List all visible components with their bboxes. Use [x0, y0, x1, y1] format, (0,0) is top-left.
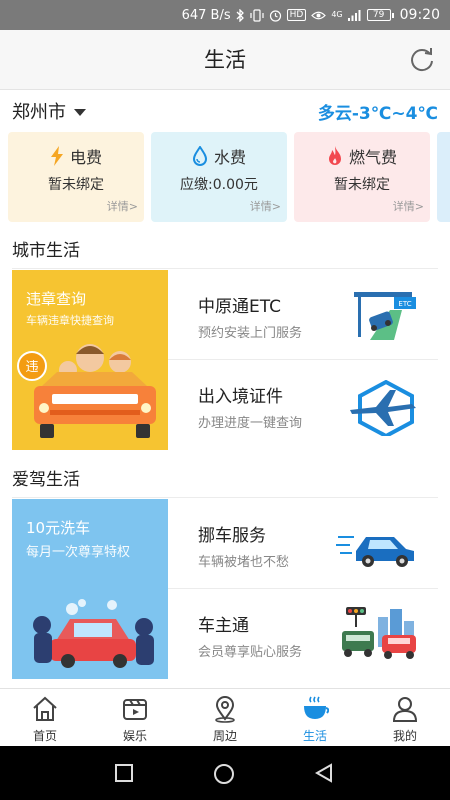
- refresh-icon[interactable]: [408, 46, 436, 74]
- city-name: 郑州市: [12, 102, 66, 123]
- etc-icon: ETC: [354, 292, 416, 340]
- video-icon: [123, 699, 147, 720]
- vibrate-icon: [250, 8, 264, 22]
- home-icon: [33, 696, 57, 721]
- status-bar: 647 B/s HD 4G 79 09:20: [0, 0, 450, 30]
- divider: [12, 497, 438, 498]
- etc-badge: ETC: [398, 300, 411, 308]
- row-title: 中原通ETC: [198, 297, 281, 317]
- card-status: 暂未绑定: [48, 177, 104, 193]
- coffee-cup-icon: [304, 696, 329, 719]
- page-title: 生活: [204, 48, 246, 72]
- 4g-icon: 4G: [331, 10, 343, 19]
- caret-down-icon: [74, 108, 86, 116]
- etc-row[interactable]: 中原通ETC 预约安装上门服务 ETC: [168, 270, 438, 360]
- banner-title: 违章查询: [26, 290, 87, 308]
- card-detail-link[interactable]: 详情>: [250, 198, 281, 214]
- signal-icon: [347, 10, 361, 21]
- card-detail-link[interactable]: 详情>: [107, 198, 138, 214]
- divider: [12, 268, 438, 269]
- row-title: 车主通: [198, 616, 249, 636]
- nav-label: 周边: [212, 729, 237, 743]
- location-pin-icon: [215, 696, 235, 723]
- battery-icon: 79: [366, 9, 394, 21]
- hd-icon: HD: [286, 9, 307, 21]
- move-car-row[interactable]: 挪车服务 车辆被堵也不愁: [168, 499, 438, 589]
- card-detail-link[interactable]: 详情>: [393, 198, 424, 214]
- alarm-icon: [269, 9, 281, 22]
- nav-label: 我的: [392, 729, 417, 743]
- card-status: 暂未绑定: [334, 177, 390, 193]
- title-bar: 生活: [0, 30, 450, 90]
- banner-title: 10元洗车: [26, 519, 91, 537]
- nav-nearby[interactable]: 周边: [180, 689, 270, 746]
- bottom-nav: 首页 娱乐 周边 生活 我的: [0, 688, 450, 746]
- lightning-icon: [50, 146, 63, 166]
- nav-entertainment[interactable]: 娱乐: [90, 689, 180, 746]
- utility-cards: 电费 暂未绑定 详情> 水费 应缴:0.00元 详情> 燃气费 暂未绑定 详情>: [8, 132, 450, 222]
- card-title: 水费: [213, 148, 246, 167]
- section-title-city-life: 城市生活: [12, 241, 80, 261]
- blue-car-icon: [336, 536, 414, 567]
- nav-label: 生活: [302, 729, 327, 743]
- water-card[interactable]: 水费 应缴:0.00元 详情>: [151, 132, 287, 222]
- card-title: 电费: [69, 148, 102, 167]
- violation-badge: 违: [25, 360, 38, 375]
- nav-label: 娱乐: [122, 729, 147, 743]
- traffic-icon: [342, 607, 416, 659]
- immigration-row[interactable]: 出入境证件 办理进度一键查询: [168, 360, 438, 450]
- row-subtitle: 预约安装上门服务: [198, 326, 303, 341]
- row-subtitle: 办理进度一键查询: [198, 416, 303, 431]
- violation-query-banner[interactable]: 违章查询 车辆违章快捷查询 违: [12, 270, 168, 450]
- nav-home[interactable]: 首页: [0, 689, 90, 746]
- card-status: 应缴:0.00元: [180, 177, 258, 193]
- card-title: 燃气费: [348, 148, 397, 167]
- back-triangle-icon[interactable]: [314, 763, 334, 783]
- car-family-illustration: 违: [17, 344, 156, 438]
- nav-mine[interactable]: 我的: [360, 689, 450, 746]
- weather-info: 多云-3℃~4℃: [317, 104, 438, 124]
- system-nav-bar: [0, 746, 450, 800]
- row-subtitle: 会员尊享贴心服务: [198, 645, 303, 660]
- net-speed: 647 B/s: [181, 7, 231, 23]
- section-title-driving-life: 爱驾生活: [12, 470, 80, 490]
- row-subtitle: 车辆被堵也不愁: [198, 555, 290, 570]
- car-wash-banner[interactable]: 10元洗车 每月一次尊享特权: [12, 499, 168, 679]
- eye-icon: [311, 11, 327, 19]
- row-title: 挪车服务: [198, 526, 266, 546]
- car-wash-illustration: [33, 599, 154, 668]
- flame-icon: [328, 146, 341, 165]
- city-selector[interactable]: 郑州市: [12, 98, 86, 124]
- home-circle-icon[interactable]: [213, 763, 235, 785]
- water-drop-icon: [192, 146, 207, 166]
- nav-label: 首页: [32, 729, 57, 743]
- banner-subtitle: 每月一次尊享特权: [26, 545, 131, 560]
- electricity-card[interactable]: 电费 暂未绑定 详情>: [8, 132, 144, 222]
- next-card-peek[interactable]: [437, 132, 450, 222]
- gas-card[interactable]: 燃气费 暂未绑定 详情>: [294, 132, 430, 222]
- row-title: 出入境证件: [198, 387, 283, 407]
- person-icon: [392, 697, 418, 722]
- bluetooth-icon: [236, 8, 244, 22]
- airplane-icon: [350, 380, 416, 436]
- location-row: 郑州市 多云-3℃~4℃: [0, 92, 450, 128]
- recent-apps-icon[interactable]: [114, 763, 134, 783]
- nav-life[interactable]: 生活: [270, 689, 360, 746]
- car-owner-row[interactable]: 车主通 会员尊享贴心服务: [168, 589, 438, 679]
- clock: 09:20: [399, 7, 440, 23]
